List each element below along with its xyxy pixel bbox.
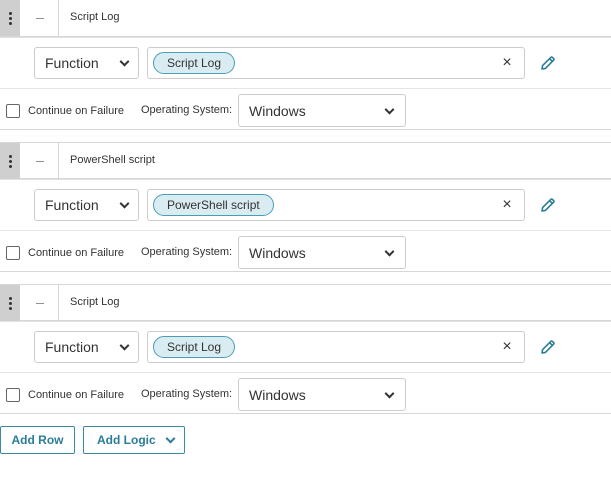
pencil-icon[interactable] bbox=[539, 338, 557, 356]
function-chip[interactable]: Script Log bbox=[153, 336, 236, 358]
minus-icon bbox=[35, 160, 44, 162]
function-value-field[interactable]: Script Log × bbox=[147, 47, 525, 79]
step-body: Function PowerShell script × Continue on… bbox=[0, 179, 611, 272]
function-chip[interactable]: Script Log bbox=[153, 52, 236, 74]
close-icon[interactable]: × bbox=[500, 55, 514, 71]
chevron-down-icon bbox=[119, 56, 130, 67]
pencil-icon[interactable] bbox=[539, 196, 557, 214]
step-title: PowerShell script bbox=[70, 154, 155, 166]
drag-handle-icon[interactable] bbox=[0, 285, 20, 321]
step-title: Script Log bbox=[70, 296, 120, 308]
continue-on-failure-checkbox[interactable] bbox=[6, 104, 20, 118]
operating-system-label: Operating System: bbox=[141, 104, 233, 116]
collapse-button[interactable] bbox=[21, 143, 59, 179]
chevron-down-icon bbox=[384, 388, 395, 399]
collapse-button[interactable] bbox=[21, 0, 59, 36]
operating-system-value: Windows bbox=[249, 102, 306, 119]
close-icon[interactable]: × bbox=[500, 339, 514, 355]
step-type-select[interactable]: Function bbox=[34, 47, 139, 79]
continue-on-failure-label: Continue on Failure bbox=[28, 105, 125, 117]
add-row-button[interactable]: Add Row bbox=[0, 426, 75, 454]
step-header: Script Log bbox=[0, 0, 611, 37]
close-icon[interactable]: × bbox=[500, 197, 514, 213]
step-type-value: Function bbox=[45, 197, 99, 213]
continue-on-failure-checkbox[interactable] bbox=[6, 388, 20, 402]
step-header: Script Log bbox=[0, 284, 611, 321]
continue-on-failure-label: Continue on Failure bbox=[28, 247, 125, 259]
add-logic-button[interactable]: Add Logic bbox=[83, 426, 185, 454]
function-value-field[interactable]: Script Log × bbox=[147, 331, 525, 363]
drag-handle-icon[interactable] bbox=[0, 0, 20, 36]
operating-system-label: Operating System: bbox=[141, 246, 233, 258]
step-header: PowerShell script bbox=[0, 142, 611, 179]
chevron-down-icon bbox=[119, 198, 130, 209]
row-divider bbox=[0, 230, 611, 231]
function-chip[interactable]: PowerShell script bbox=[153, 194, 274, 216]
step-body: Function Script Log × Continue on Failur… bbox=[0, 321, 611, 414]
function-value-field[interactable]: PowerShell script × bbox=[147, 189, 525, 221]
continue-on-failure-checkbox[interactable] bbox=[6, 246, 20, 260]
operating-system-select[interactable]: Windows bbox=[238, 236, 406, 269]
chevron-down-icon bbox=[165, 433, 176, 444]
row-divider bbox=[0, 372, 611, 373]
minus-icon bbox=[35, 302, 44, 304]
continue-on-failure-label: Continue on Failure bbox=[28, 389, 125, 401]
chevron-down-icon bbox=[119, 340, 130, 351]
step-type-value: Function bbox=[45, 339, 99, 355]
operating-system-label: Operating System: bbox=[141, 388, 233, 400]
operating-system-value: Windows bbox=[249, 244, 306, 261]
operating-system-value: Windows bbox=[249, 386, 306, 403]
operating-system-select[interactable]: Windows bbox=[238, 94, 406, 127]
step-type-select[interactable]: Function bbox=[34, 331, 139, 363]
row-divider bbox=[0, 88, 611, 89]
collapse-button[interactable] bbox=[21, 285, 59, 321]
operating-system-select[interactable]: Windows bbox=[238, 378, 406, 411]
step-body: Function Script Log × Continue on Failur… bbox=[0, 37, 611, 130]
add-logic-label: Add Logic bbox=[97, 433, 156, 447]
minus-icon bbox=[35, 17, 44, 19]
pencil-icon[interactable] bbox=[539, 54, 557, 72]
chevron-down-icon bbox=[384, 246, 395, 257]
step-type-select[interactable]: Function bbox=[34, 189, 139, 221]
step-title: Script Log bbox=[70, 11, 120, 23]
chevron-down-icon bbox=[384, 104, 395, 115]
drag-handle-icon[interactable] bbox=[0, 143, 20, 179]
step-type-value: Function bbox=[45, 55, 99, 71]
